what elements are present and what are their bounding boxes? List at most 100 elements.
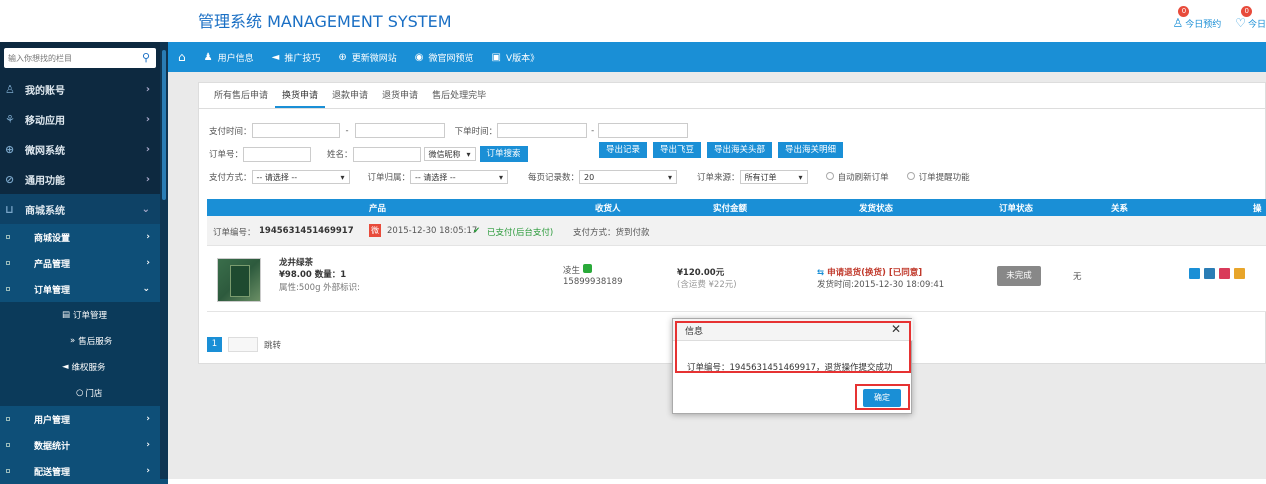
- sidebar-item-account[interactable]: ♙ 我的账号 ›: [0, 74, 168, 104]
- sidebar-item-mall[interactable]: ⊔ 商城系统 ⌄: [0, 194, 168, 224]
- page-jump-input[interactable]: [228, 337, 258, 352]
- tab-bar: 所有售后申请 换货申请 退款申请 退货申请 售后处理完毕: [199, 83, 1265, 109]
- chevron-down-icon: ▾: [466, 149, 471, 159]
- chevron-right-icon: ›: [146, 466, 150, 476]
- sidebar-sub-label: 配送管理: [34, 467, 71, 478]
- chevron-down-icon: ▾: [668, 172, 673, 182]
- pay-method-select[interactable]: -- 请选择 -- ▾: [251, 170, 350, 184]
- sidebar-search-input[interactable]: [4, 48, 132, 68]
- chevron-right-icon: ›: [146, 414, 150, 424]
- order-owner-select[interactable]: -- 请选择 -- ▾: [410, 170, 509, 184]
- note-icon[interactable]: [1234, 268, 1245, 279]
- order-summary-bar: 订单编号： 1945631451469917 微 2015-12-30 18:0…: [207, 216, 1266, 246]
- remind-option[interactable]: 订单提醒功能: [906, 171, 970, 183]
- export-buttons: 导出记录 导出飞豆 导出海关头部 导出海关明细: [599, 142, 844, 158]
- appointment-badge[interactable]: 0 ♙ 今日预约: [1172, 6, 1221, 30]
- nav-promo-tips[interactable]: ◄ 推广技巧: [272, 51, 321, 64]
- nav-home[interactable]: ⌂: [178, 50, 186, 64]
- per-page-select[interactable]: 20 ▾: [579, 170, 678, 184]
- receiver-phone: 15899938189: [563, 277, 623, 287]
- sidebar-subsub-label: 售后服务: [78, 337, 113, 347]
- sidebar-sub-stats[interactable]: 数据统计 ›: [0, 432, 168, 458]
- sidebar-item-mobile-apps[interactable]: ⚘ 移动应用 ›: [0, 104, 168, 134]
- sidebar-sub-label: 用户管理: [34, 415, 71, 426]
- nav-update-site[interactable]: ⊕ 更新微网站: [338, 51, 396, 64]
- page-1-button[interactable]: 1: [207, 337, 222, 352]
- search-icon[interactable]: ⚲: [142, 51, 150, 64]
- sidebar-sub-delivery[interactable]: 配送管理 ›: [0, 458, 168, 484]
- chevron-right-icon: ›: [145, 113, 150, 125]
- sidebar-item-common[interactable]: ⊘ 通用功能 ›: [0, 164, 168, 194]
- col-receiver: 收货人: [595, 204, 621, 214]
- edit-icon[interactable]: [1189, 268, 1200, 279]
- ship-time: 发货时间:2015-12-30 18:09:41: [817, 280, 945, 290]
- name-label: 姓名：: [327, 150, 353, 160]
- export-customs-detail-button[interactable]: 导出海关明细: [778, 142, 844, 158]
- shipping-fee: (含运费 ¥22元): [677, 280, 737, 290]
- sidebar-scroll-thumb[interactable]: [162, 50, 166, 200]
- product-attrs: 属性:500g 外部标识:: [279, 283, 361, 293]
- auto-refresh-label: 自动刷新订单: [837, 173, 889, 183]
- order-time-end-input[interactable]: [598, 123, 689, 138]
- product-image[interactable]: [217, 258, 261, 302]
- nickname-select[interactable]: 微信昵称 ▾: [423, 147, 476, 161]
- order-time-label: 下单时间：: [454, 126, 498, 137]
- filter-row-time: 支付时间： - 下单时间： -: [209, 123, 689, 138]
- nav-label: 用户信息: [217, 53, 254, 64]
- nav-version[interactable]: ▣ V版本》: [491, 51, 539, 64]
- message-badge[interactable]: 0 ♡ 今日: [1235, 6, 1266, 30]
- sidebar: ⚲ ♙ 我的账号 › ⚘ 移动应用 › ⊕ 微网系统 › ⊘ 通用功能 › ⊔ …: [0, 42, 168, 484]
- order-time-start-input[interactable]: [497, 123, 588, 138]
- export-records-button[interactable]: 导出记录: [599, 142, 648, 158]
- sidebar-subsub-after-sales[interactable]: » 售后服务: [0, 328, 168, 354]
- chevron-down-icon: ▾: [499, 172, 504, 182]
- tab-all-after-sales[interactable]: 所有售后申请: [207, 83, 275, 108]
- order-pay-method: 支付方式：货到付款: [573, 228, 650, 238]
- pay-time-start-input[interactable]: [251, 123, 340, 138]
- tab-refund[interactable]: 退款申请: [325, 83, 375, 108]
- cart-icon: ⊔: [5, 202, 14, 216]
- check-circle-icon: ✔: [473, 226, 481, 236]
- content-area: 所有售后申请 换货申请 退款申请 退货申请 售后处理完毕 支付时间： - 下单时…: [168, 72, 1266, 479]
- nav-label: 推广技巧: [284, 53, 321, 64]
- sidebar-sub-users[interactable]: 用户管理 ›: [0, 406, 168, 432]
- home-icon: ⌂: [178, 50, 186, 64]
- sidebar-subsub-store[interactable]: ○ 门店: [0, 380, 168, 406]
- source-select[interactable]: 所有订单 ▾: [739, 170, 808, 184]
- order-no-label: 订单号：: [209, 150, 244, 160]
- auto-refresh-option[interactable]: 自动刷新订单: [825, 171, 889, 183]
- sidebar-sub-orders[interactable]: 订单管理 ⌄: [0, 276, 168, 302]
- print-icon[interactable]: [1219, 268, 1230, 279]
- detail-icon[interactable]: [1204, 268, 1215, 279]
- chevron-down-icon: ▾: [340, 172, 345, 182]
- sidebar-subsub-order-manage[interactable]: ▤ 订单管理: [0, 302, 168, 328]
- export-customs-header-button[interactable]: 导出海关头部: [707, 142, 773, 158]
- sidebar-subsub-label: 订单管理: [73, 311, 108, 321]
- sidebar-subsub-rights[interactable]: ◄ 维权服务: [0, 354, 168, 380]
- nav-user-info[interactable]: ♟ 用户信息: [204, 51, 254, 64]
- tree-dot-icon: [6, 469, 10, 473]
- order-search-button[interactable]: 订单搜索: [479, 146, 528, 162]
- order-no-input[interactable]: [243, 146, 312, 162]
- version-icon: ▣: [491, 51, 501, 63]
- pay-time-end-input[interactable]: [354, 123, 445, 138]
- double-chevron-icon: »: [70, 336, 76, 346]
- order-owner-label: 订单归属：: [367, 173, 411, 183]
- ship-status-text: 申请退货(换货) [已同意]: [827, 268, 923, 278]
- wechat-icon[interactable]: [582, 264, 592, 273]
- export-feidou-button[interactable]: 导出飞豆: [653, 142, 702, 158]
- sidebar-sub-mall-settings[interactable]: 商城设置 ›: [0, 224, 168, 250]
- sidebar-item-micro-site[interactable]: ⊕ 微网系统 ›: [0, 134, 168, 164]
- tab-return[interactable]: 退货申请: [375, 83, 425, 108]
- tab-done[interactable]: 售后处理完毕: [425, 83, 493, 108]
- paid-status: 已支付(后台支付): [487, 228, 554, 238]
- product-name[interactable]: 龙井绿茶: [279, 256, 313, 268]
- sidebar-sub-products[interactable]: 产品管理 ›: [0, 250, 168, 276]
- sidebar-item-label: 移动应用: [25, 115, 65, 127]
- pay-time-label: 支付时间：: [209, 126, 252, 137]
- page-jump-button[interactable]: 跳转: [264, 339, 281, 351]
- name-input[interactable]: [352, 146, 421, 162]
- user-icon: ♙: [1172, 16, 1184, 30]
- nav-preview[interactable]: ◉ 微官网预览: [415, 51, 474, 64]
- tab-exchange[interactable]: 换货申请: [275, 83, 326, 108]
